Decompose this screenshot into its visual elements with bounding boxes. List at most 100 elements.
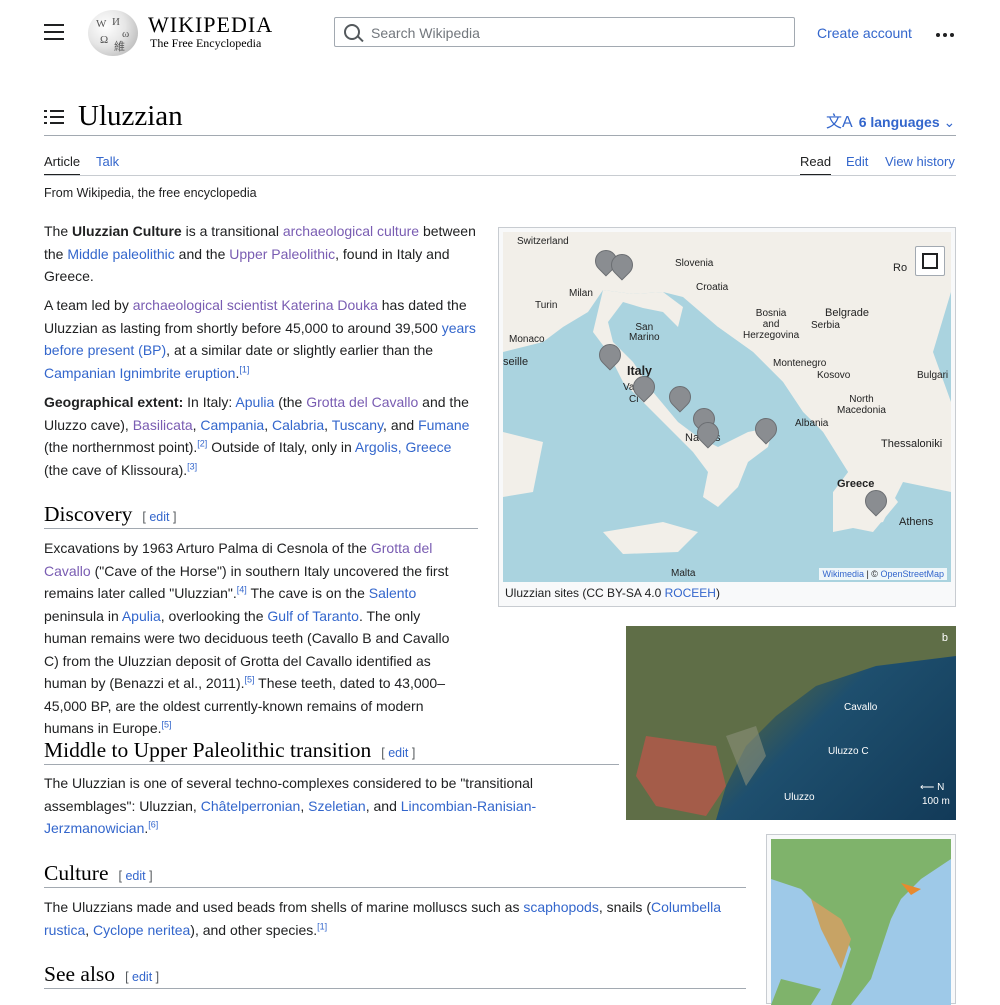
link-szeletian[interactable]: Szeletian <box>308 798 366 814</box>
section-divider <box>44 764 619 765</box>
ref-6[interactable]: [6] <box>148 819 158 829</box>
heading-culture: Culture[ edit ] <box>44 861 153 885</box>
ref-1b[interactable]: [1] <box>317 921 327 931</box>
site-marker[interactable] <box>697 422 717 452</box>
link-archaeological-scientist[interactable]: archaeological scientist <box>133 297 278 313</box>
photo-panel-label: b <box>941 632 948 644</box>
create-account-link[interactable]: Create account <box>817 25 912 41</box>
link-campania[interactable]: Campania <box>200 417 264 433</box>
link-apulia[interactable]: Apulia <box>122 608 161 624</box>
map-label: Malta <box>671 568 696 579</box>
map-label: Albania <box>795 418 829 429</box>
relief-map <box>771 839 951 1005</box>
site-marker[interactable] <box>669 386 689 416</box>
interactive-map[interactable]: Switzerland Slovenia Croatia Milan Turin… <box>503 232 951 582</box>
link-apulia[interactable]: Apulia <box>235 394 274 410</box>
map-label: Serbia <box>811 320 840 331</box>
map-label: Thessaloniki <box>881 438 943 450</box>
map-label: seille <box>503 356 529 368</box>
link-fumane[interactable]: Fumane <box>418 417 469 433</box>
more-options-icon[interactable] <box>936 24 957 38</box>
link-argolis-greece[interactable]: Argolis, Greece <box>355 439 451 455</box>
tab-view-history[interactable]: View history <box>885 154 955 169</box>
edit-section-transition[interactable]: [ edit ] <box>381 746 415 760</box>
map-figure: Switzerland Slovenia Croatia Milan Turin… <box>498 227 956 607</box>
edit-section-culture[interactable]: [ edit ] <box>119 869 153 883</box>
wikipedia-globe-logo[interactable]: WИωΩ維 <box>88 10 138 56</box>
main-menu-icon[interactable] <box>44 24 64 42</box>
site-marker[interactable] <box>611 254 631 284</box>
link-scaphopods[interactable]: scaphopods <box>523 899 599 915</box>
section-divider <box>44 887 746 888</box>
link-middle-paleolithic[interactable]: Middle paleolithic <box>67 246 174 262</box>
search-input[interactable] <box>369 18 793 48</box>
north-arrow-icon: ⟵ N <box>920 782 945 793</box>
section-divider <box>44 988 746 989</box>
chevron-down-icon: ⌄ <box>943 114 956 130</box>
photo-label-uluzzo: Uluzzo <box>784 792 815 803</box>
language-count: 6 languages <box>858 114 940 130</box>
ref-5[interactable]: [5] <box>245 674 255 684</box>
wikipedia-wordmark[interactable]: WIKIPEDIA <box>148 12 273 38</box>
title-divider <box>44 135 956 136</box>
link-openstreetmap[interactable]: OpenStreetMap <box>880 569 944 579</box>
map-label: Milan <box>569 288 593 299</box>
map-label: North Macedonia <box>837 394 886 416</box>
link-cyclope-neritea[interactable]: Cyclope neritea <box>93 922 190 938</box>
link-salento[interactable]: Salento <box>369 585 416 601</box>
ref-5b[interactable]: [5] <box>162 719 172 729</box>
map-label: Belgrade <box>825 307 870 319</box>
link-gulf-of-taranto[interactable]: Gulf of Taranto <box>267 608 359 624</box>
ref-1[interactable]: [1] <box>239 364 249 374</box>
link-basilicata[interactable]: Basilicata <box>133 417 193 433</box>
culture-paragraph: The Uluzzians made and used beads from s… <box>44 899 722 938</box>
heading-transition: Middle to Upper Paleolithic transition[ … <box>44 738 416 762</box>
link-archaeological-culture[interactable]: archaeological culture <box>283 223 419 239</box>
intro-paragraph-1: The Uluzzian Culture is a transitional a… <box>44 223 476 284</box>
heading-see-also: See also[ edit ] <box>44 962 160 986</box>
scale-bar: 100 m <box>922 796 950 807</box>
tabs-divider <box>44 175 956 176</box>
edit-section-discovery[interactable]: [ edit ] <box>142 510 176 524</box>
link-upper-paleolithic[interactable]: Upper Paleolithic <box>229 246 335 262</box>
site-marker[interactable] <box>755 418 775 448</box>
tab-article[interactable]: Article <box>44 154 81 176</box>
map-attribution: Wikimedia | © OpenStreetMap <box>819 568 947 580</box>
photo-label-uluzzo-c: Uluzzo C <box>828 746 869 757</box>
link-calabria[interactable]: Calabria <box>272 417 324 433</box>
link-roceeh[interactable]: ROCEEH <box>665 586 716 600</box>
site-marker[interactable] <box>633 376 653 406</box>
map-label: Bosnia and Herzegovina <box>743 308 800 341</box>
map-label: Athens <box>899 516 934 528</box>
edit-section-see-also[interactable]: [ edit ] <box>125 970 159 984</box>
table-of-contents-icon[interactable] <box>44 110 64 126</box>
tab-talk[interactable]: Talk <box>96 154 119 169</box>
map-label: Croatia <box>696 282 729 293</box>
satellite-photo[interactable]: b Cavallo Uluzzo C Uluzzo ⟵ N 100 m <box>626 626 956 820</box>
language-selector[interactable]: 文A 6 languages ⌄ <box>826 108 955 132</box>
site-marker[interactable] <box>865 490 885 520</box>
map-caption: Uluzzian sites (CC BY-SA 4.0 ROCEEH) <box>505 586 720 600</box>
link-tuscany[interactable]: Tuscany <box>332 417 383 433</box>
fullscreen-icon[interactable] <box>915 246 945 276</box>
link-grotta-del-cavallo[interactable]: Grotta del Cavallo <box>306 394 418 410</box>
ref-4[interactable]: [4] <box>237 584 247 594</box>
site-marker[interactable] <box>599 344 619 374</box>
tab-read[interactable]: Read <box>800 154 832 176</box>
link-chatelperronian[interactable]: Châtelperronian <box>201 798 301 814</box>
map-label: Turin <box>535 300 558 311</box>
link-katerina-douka[interactable]: Katerina Douka <box>281 297 378 313</box>
link-campanian-ignimbrite[interactable]: Campanian Ignimbrite eruption <box>44 365 235 381</box>
ref-2[interactable]: [2] <box>197 438 207 448</box>
intro-paragraph-2: A team led by archaeological scientist K… <box>44 297 476 381</box>
relief-map-figure[interactable] <box>766 834 956 1005</box>
map-label: Greece <box>837 478 875 490</box>
intro-paragraph-3: Geographical extent: In Italy: Apulia (t… <box>44 394 470 478</box>
photo-label-cavallo: Cavallo <box>844 702 878 713</box>
search-box[interactable] <box>334 17 795 48</box>
ref-3[interactable]: [3] <box>187 461 197 471</box>
map-label: Slovenia <box>675 258 714 269</box>
translate-icon: 文A <box>826 114 853 131</box>
tab-edit[interactable]: Edit <box>846 154 868 169</box>
link-wikimedia[interactable]: Wikimedia <box>822 569 864 579</box>
